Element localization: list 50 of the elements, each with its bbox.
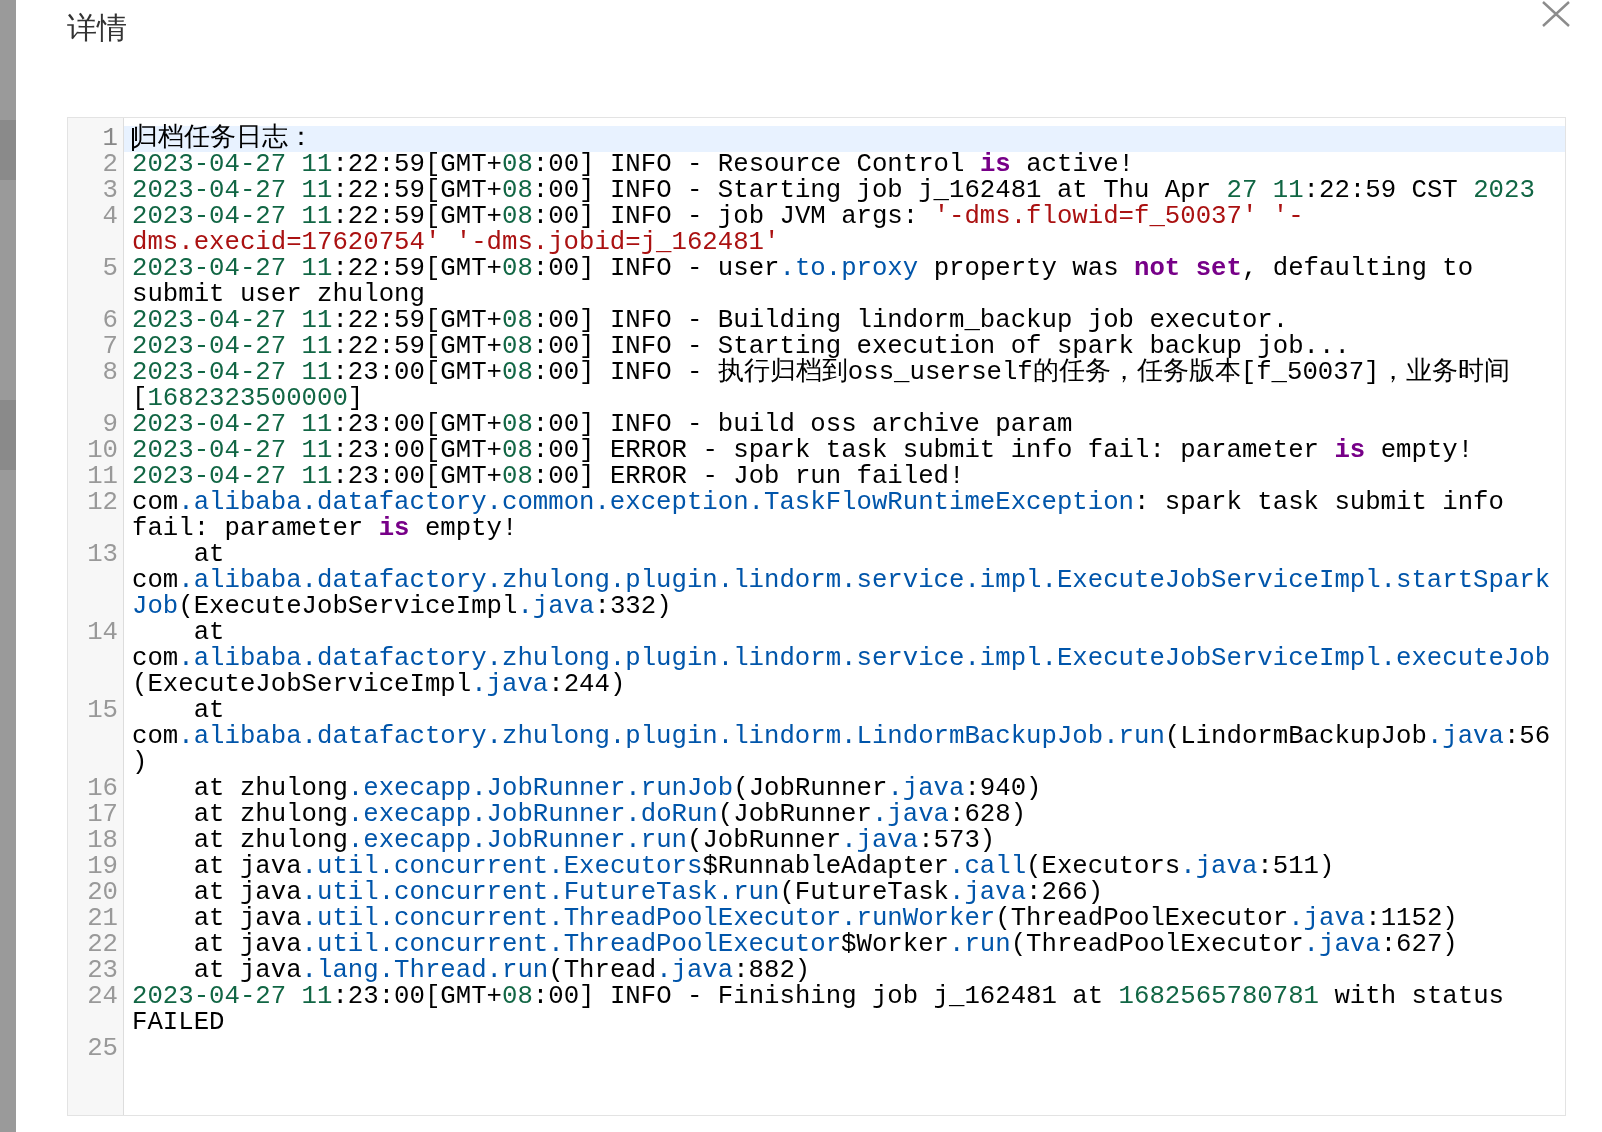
line-number: 10 [87,436,118,465]
close-icon[interactable] [1542,1,1570,27]
code-line: at java.util.concurrent.Executors$RunnableAdapter.call(Executors.java:511) [192,854,1336,880]
code-line: at com.alibaba.datafactory.zhulong.plugin.lindorm.service.impl.ExecuteJobServiceImpl.startSparkJob(ExecuteJobServiceImpl.java:332) [131,542,1552,620]
line-number: 17 [87,800,118,829]
code-line: 2023-04-27 11:23:00[GMT+08:00] ERROR - Job run failed! [131,464,965,490]
code-line: at java.util.concurrent.ThreadPoolExecutor.runWorker(ThreadPoolExecutor.java:1152) [192,906,1459,932]
line-number: 3 [102,176,118,205]
line-number: 4 [102,202,118,231]
line-number: 25 [87,1034,118,1063]
code-line: 2023-04-27 11:23:00[GMT+08:00] INFO - Finishing job j_162481 at 1682565780781 with status FAILED [131,984,1505,1036]
line-number: 16 [87,774,118,803]
line-number: 2 [102,150,118,179]
dialog-title: 详情 [67,9,127,47]
line-number: 6 [102,306,118,335]
code-line: 2023-04-27 11:22:59[GMT+08:00] INFO - Building lindorm_backup job executor. [131,308,1289,334]
line-number: 11 [87,462,118,491]
line-number: 7 [102,332,118,361]
line-number: 18 [87,826,118,855]
code-line: com.alibaba.datafactory.common.exception.TaskFlowRuntimeException: spark task submit info fail: parameter is empty! [131,490,1505,542]
code-line: at com.alibaba.datafactory.zhulong.plugin.lindorm.service.impl.ExecuteJobServiceImpl.executeJob (ExecuteJobServiceImpl.java:244) [131,620,1552,698]
line-number: 21 [87,904,118,933]
code-line: 2023-04-27 11:23:00[GMT+08:00] INFO - build oss archive param [131,412,1074,438]
code-line: at zhulong.execapp.JobRunner.doRun(JobRunner.java:628) [192,802,1028,828]
line-number: 8 [102,358,118,387]
line-number: 22 [87,930,118,959]
code-line: 2023-04-27 11:22:59[GMT+08:00] INFO - Resource Control is active! [131,152,1135,178]
code-line: at com.alibaba.datafactory.zhulong.plugin.lindorm.LindormBackupJob.run(LindormBackupJob.java:56) [131,698,1552,776]
code-line: 2023-04-27 11:23:00[GMT+08:00] ERROR - spark task submit info fail: parameter is empty! [131,438,1475,464]
line-number: 20 [87,878,118,907]
code-line: at java.lang.Thread.run(Thread.java:882) [192,958,811,984]
line-number: 24 [87,982,118,1011]
line-number: 14 [87,618,118,647]
line-number: 19 [87,852,118,881]
code-line: 2023-04-27 11:22:59[GMT+08:00] INFO - job JVM args: '-dms.flowid=f_50037' '-dms.execid=17620754' '-dms.jobid=j_162481' [131,204,1304,256]
line-number: 13 [87,540,118,569]
code-line: at zhulong.execapp.JobRunner.runJob(JobRunner.java:940) [192,776,1043,802]
line-number: 5 [102,254,118,283]
line-number: 12 [87,488,118,517]
code-line: at java.util.concurrent.ThreadPoolExecutor$Worker.run(ThreadPoolExecutor.java:627) [192,932,1459,958]
text-cursor [132,128,134,151]
line-number: 1 [102,124,118,153]
code-line: 2023-04-27 11:22:59[GMT+08:00] INFO - Starting job j_162481 at Thu Apr 27 11:22:59 CST 2023 [131,178,1536,204]
line-number: 23 [87,956,118,985]
code-editor[interactable] [67,117,1566,1116]
line-number: 15 [87,696,118,725]
code-line: at java.util.concurrent.FutureTask.run(FutureTask.java:266) [192,880,1104,906]
code-line: 2023-04-27 11:22:59[GMT+08:00] INFO - user.to.proxy property was not set, defaulting to submit user zhulong [131,256,1475,308]
code-line: at zhulong.execapp.JobRunner.run(JobRunner.java:573) [192,828,996,854]
line-number: 9 [102,410,118,439]
